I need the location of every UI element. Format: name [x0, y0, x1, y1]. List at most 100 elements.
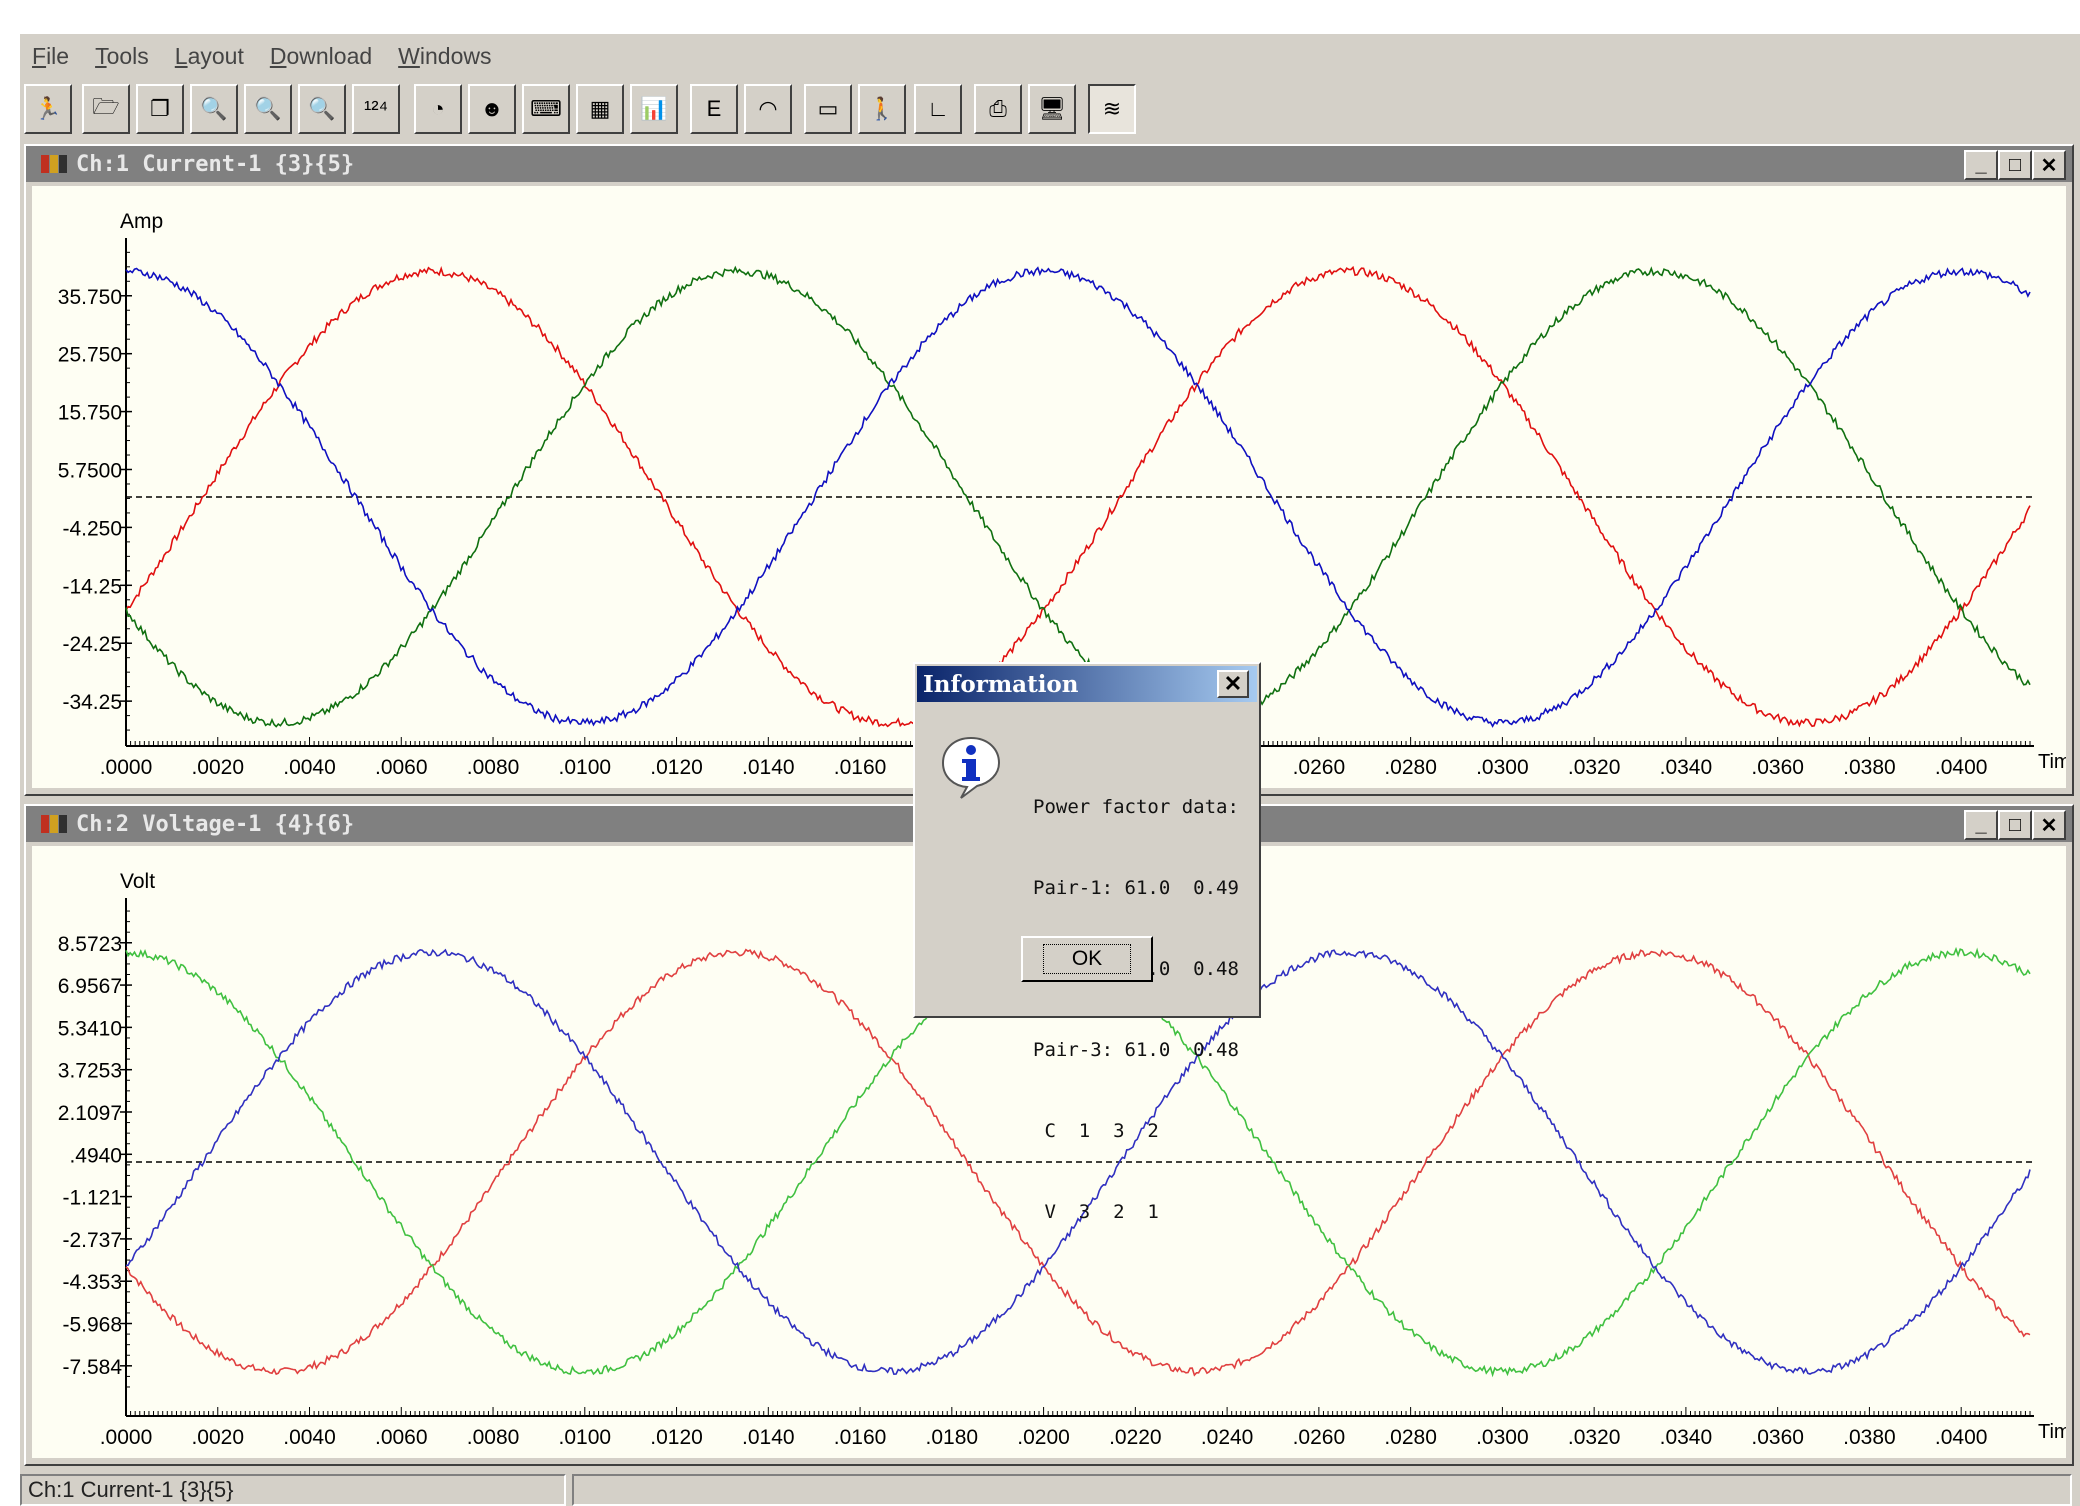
- menu-file[interactable]: File: [32, 43, 69, 70]
- minimize-button[interactable]: _: [1964, 810, 1998, 840]
- dialog-close-button[interactable]: ✕: [1217, 670, 1249, 698]
- ruler-icon[interactable]: ▭: [804, 84, 852, 134]
- menu-download[interactable]: Download: [270, 43, 372, 70]
- x-tick-label: .0160: [834, 756, 887, 779]
- zoom-x-icon[interactable]: 🔍: [244, 84, 292, 134]
- x-tick-label: .0240: [1201, 1426, 1254, 1449]
- x-axis-label: Time: [2038, 751, 2066, 773]
- window-title: Ch:1 Current-1 {3}{5}: [76, 151, 355, 177]
- y-tick-label: -5.968: [62, 1314, 122, 1337]
- y-tick-label: 25.750: [58, 344, 122, 367]
- y-tick-label: -14.25: [62, 575, 122, 598]
- y-tick-label: -1.121: [62, 1187, 122, 1210]
- x-tick-label: .0400: [1935, 1426, 1988, 1449]
- waveform-icon[interactable]: ≋: [1088, 84, 1136, 134]
- x-tick-label: .0140: [742, 756, 795, 779]
- x-tick-label: .0060: [375, 756, 428, 779]
- run-icon[interactable]: 🏃: [24, 84, 72, 134]
- close-button[interactable]: ✕: [2032, 150, 2066, 180]
- x-tick-label: .0040: [283, 756, 336, 779]
- maximize-button[interactable]: □: [1998, 150, 2032, 180]
- gauge-icon[interactable]: ◔: [414, 84, 462, 134]
- computer-icon[interactable]: 🖥: [1028, 84, 1076, 134]
- y-tick-label: 2.1097: [58, 1102, 122, 1125]
- x-tick-label: .0360: [1751, 1426, 1804, 1449]
- maximize-button[interactable]: □: [1998, 810, 2032, 840]
- window-title: Ch:2 Voltage-1 {4}{6}: [76, 811, 355, 837]
- ok-button[interactable]: OK: [1021, 936, 1153, 982]
- x-tick-label: .0100: [559, 756, 612, 779]
- y-tick-label: -4.250: [62, 517, 122, 540]
- channel-icon: [41, 155, 67, 173]
- x-tick-label: .0020: [191, 1426, 244, 1449]
- information-dialog: Information ✕ Power factor data: Pair-1:…: [913, 662, 1261, 1223]
- x-tick-label: .0360: [1751, 756, 1804, 779]
- x-tick-label: .0080: [467, 1426, 520, 1449]
- x-tick-label: .0380: [1843, 1426, 1896, 1449]
- dialog-titlebar[interactable]: Information ✕: [917, 666, 1257, 702]
- status-bar: Ch:1 Current-1 {3}{5}: [20, 1470, 2074, 1506]
- info-icon: [941, 736, 1001, 799]
- menu-tools[interactable]: Tools: [95, 43, 149, 70]
- menu-windows[interactable]: Windows: [398, 43, 491, 70]
- x-tick-label: .0140: [742, 1426, 795, 1449]
- y-tick-label: -24.25: [62, 633, 122, 656]
- x-tick-label: .0300: [1476, 756, 1529, 779]
- x-tick-label: .0400: [1935, 756, 1988, 779]
- x-tick-label: .0200: [1017, 1426, 1070, 1449]
- y-tick-label: 35.750: [58, 286, 122, 309]
- open-folder-icon[interactable]: 🗁: [82, 84, 130, 134]
- x-tick-label: .0060: [375, 1426, 428, 1449]
- zoom-y-icon[interactable]: 🔍: [298, 84, 346, 134]
- x-tick-label: .0000: [100, 1426, 153, 1449]
- y-tick-label: -2.737: [62, 1229, 122, 1252]
- x-tick-label: .0020: [191, 756, 244, 779]
- y-tick-label: 3.7253: [58, 1060, 122, 1083]
- x-tick-label: .0260: [1293, 1426, 1346, 1449]
- x-tick-label: .0120: [650, 1426, 703, 1449]
- dialog-line: Power factor data:: [1033, 796, 1239, 818]
- dialog-line: C 1 3 2: [1033, 1120, 1159, 1142]
- y-tick-label: 15.750: [58, 402, 122, 425]
- x-tick-label: .0380: [1843, 756, 1896, 779]
- channel-select-icon[interactable]: ¹²⁴: [352, 84, 400, 134]
- x-tick-label: .0100: [559, 1426, 612, 1449]
- window-titlebar[interactable]: Ch:1 Current-1 {3}{5} _ □ ✕: [26, 146, 2072, 182]
- menu-bar: File Tools Layout Download Windows: [20, 34, 2074, 78]
- y-tick-label: -34.25: [62, 691, 122, 714]
- keyboard-icon[interactable]: ⌨: [522, 84, 570, 134]
- person-icon[interactable]: 🚶: [858, 84, 906, 134]
- status-pane-channel: Ch:1 Current-1 {3}{5}: [20, 1474, 566, 1506]
- export-icon[interactable]: E: [690, 84, 738, 134]
- x-tick-label: .0040: [283, 1426, 336, 1449]
- channel-icon: [41, 815, 67, 833]
- y-axis-label: Volt: [120, 870, 155, 893]
- histogram-icon[interactable]: 📊: [630, 84, 678, 134]
- x-tick-label: .0080: [467, 756, 520, 779]
- close-button[interactable]: ✕: [2032, 810, 2066, 840]
- y-tick-label: 5.7500: [58, 459, 122, 482]
- minimize-button[interactable]: _: [1964, 150, 1998, 180]
- y-tick-label: -4.353: [62, 1271, 122, 1294]
- ok-button-label: OK: [1042, 944, 1132, 974]
- x-tick-label: .0280: [1384, 1426, 1437, 1449]
- y-tick-label: -7.584: [62, 1356, 122, 1379]
- x-tick-label: .0000: [100, 756, 153, 779]
- printer-icon[interactable]: ⎙: [974, 84, 1022, 134]
- y-tick-label: 8.5723: [58, 933, 122, 956]
- y-tick-label: .4940: [69, 1144, 122, 1167]
- menu-layout[interactable]: Layout: [175, 43, 244, 70]
- cascade-windows-icon[interactable]: ❐: [136, 84, 184, 134]
- toolbar: 🏃 🗁 ❐ 🔍 🔍 🔍 ¹²⁴ ◔ ☻ ⌨ ▦ 📊 E ◠ ▭ 🚶 ∟ ⎙ 🖥 ≋: [24, 84, 1224, 136]
- y-tick-label: 6.9567: [58, 975, 122, 998]
- dialog-message: Power factor data: Pair-1: 61.0 0.49 Pai…: [1033, 740, 1239, 1280]
- face-icon[interactable]: ☻: [468, 84, 516, 134]
- axis-icon[interactable]: ∟: [914, 84, 962, 134]
- x-tick-label: .0280: [1384, 756, 1437, 779]
- x-tick-label: .0260: [1293, 756, 1346, 779]
- zoom-a-icon[interactable]: 🔍: [190, 84, 238, 134]
- meter-icon[interactable]: ◠: [744, 84, 792, 134]
- application-window: File Tools Layout Download Windows 🏃 🗁 ❐ 🔍 🔍…: [20, 34, 2080, 1506]
- grid-icon[interactable]: ▦: [576, 84, 624, 134]
- dialog-line: Pair-1: 61.0 0.49: [1033, 877, 1239, 899]
